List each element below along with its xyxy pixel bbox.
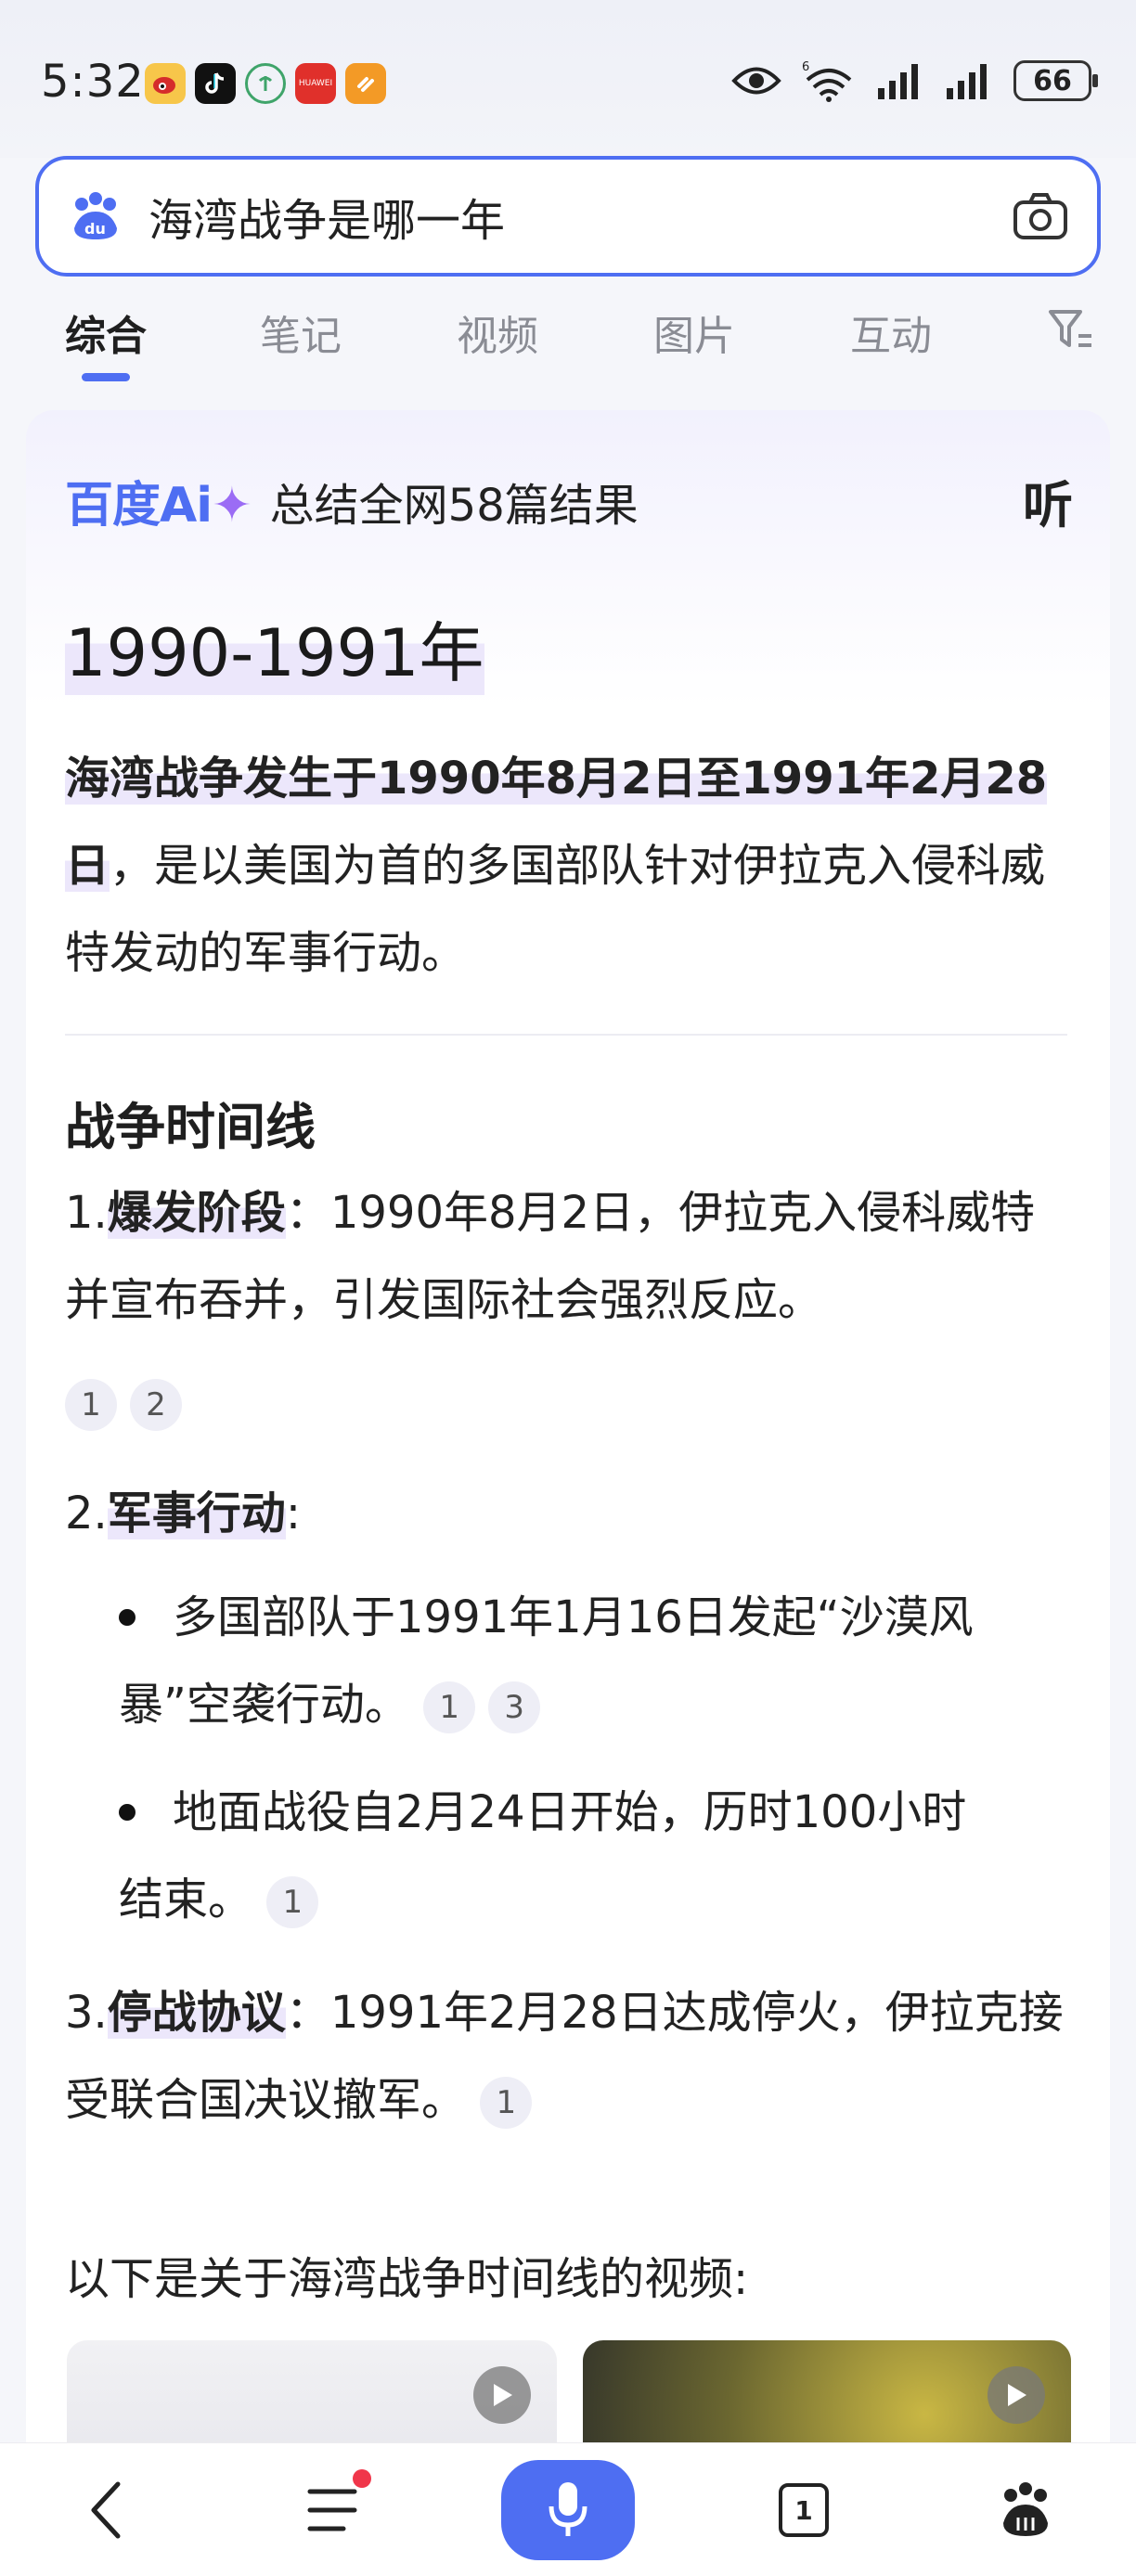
- ai-summary-label: 总结全网58篇结果: [269, 479, 639, 532]
- citation-badge[interactable]: 1: [266, 1876, 319, 1928]
- answer-summary: 海湾战争发生于1990年8月2日至1991年2月28日，是以美国为首的多国部队针…: [65, 735, 1067, 997]
- search-input[interactable]: 海湾战争是哪一年: [148, 184, 1012, 249]
- bullet-line-text: 暴”空袭行动。: [119, 1679, 409, 1731]
- answer-rest: ，是以美国为首的多国部队针对伊拉克入侵科威特发动的军事行动。: [65, 840, 1046, 979]
- item-number: 2.: [65, 1488, 108, 1539]
- baidu-ai-logo: 百度Ai✦: [65, 466, 252, 535]
- divider: [65, 1034, 1067, 1036]
- bullet-line: 地面战役自2月24日开始，历时100小时: [173, 1786, 967, 1838]
- tab-all[interactable]: 综合: [65, 303, 147, 362]
- weibo-icon: [145, 63, 186, 104]
- timeline-item-2: 2.军事行动:: [65, 1470, 1077, 1557]
- green-app-icon: [245, 63, 286, 104]
- citation-badge[interactable]: 2: [130, 1379, 182, 1431]
- ai-header: 百度Ai✦ 总结全网58篇结果: [65, 466, 639, 535]
- item-label: 军事行动: [107, 1488, 286, 1539]
- listen-button[interactable]: 听: [1023, 464, 1073, 537]
- bullet-item-2: 地面战役自2月24日开始，历时100小时 结束。 1: [119, 1769, 1075, 1943]
- signal-icon-1: [878, 64, 918, 99]
- back-button[interactable]: [74, 2443, 139, 2576]
- result-tabs: 综合 笔记 视频 图片 互动: [0, 297, 1136, 380]
- wifi-icon: 6: [802, 60, 852, 102]
- menu-button[interactable]: [297, 2443, 371, 2576]
- filter-icon[interactable]: [1047, 306, 1095, 353]
- tab-count: 1: [779, 2483, 829, 2537]
- bullet-line: 多国部队于1991年1月16日发起“沙漠风: [173, 1591, 974, 1643]
- citation-badge[interactable]: 1: [423, 1681, 476, 1733]
- citation-badge[interactable]: 1: [480, 2077, 533, 2129]
- bullet-line-text: 结束。: [119, 1874, 253, 1926]
- baidu-paw-icon: du: [74, 192, 117, 239]
- citations-item-1: 12: [65, 1379, 195, 1431]
- item-label: 爆发阶段: [107, 1187, 286, 1239]
- baidu-home-button[interactable]: [993, 2443, 1058, 2576]
- item-separator: ：: [285, 1987, 330, 2039]
- timeline-item-1: 1.爆发阶段：1990年8月2日，伊拉克入侵科威特并宣布吞并，引发国际社会强烈反…: [65, 1169, 1077, 1344]
- tab-interact[interactable]: 互动: [850, 303, 932, 362]
- status-time: 5:32: [41, 56, 145, 108]
- huawei-label: HUAWEI: [298, 79, 333, 88]
- notification-dot: [353, 2469, 371, 2488]
- baidu-paw-icon: [1003, 2482, 1048, 2536]
- video-intro: 以下是关于海湾战争时间线的视频:: [65, 2253, 749, 2305]
- battery-indicator: 66: [1013, 60, 1098, 101]
- bullet-line-2: 暴”空袭行动。 13: [119, 1661, 1075, 1748]
- notification-app-icons: HUAWEI: [145, 63, 386, 104]
- tab-notes[interactable]: 笔记: [260, 303, 342, 362]
- status-bar: 5:32 HUAWEI 6 66: [0, 0, 1136, 158]
- tabs-button[interactable]: 1: [776, 2443, 832, 2576]
- item-number: 1.: [65, 1187, 108, 1239]
- timeline-title: 战争时间线: [65, 1098, 316, 1156]
- item-separator: ：: [285, 1187, 330, 1239]
- item-label: 停战协议: [107, 1987, 286, 2039]
- sparkle-icon: ✦: [212, 478, 252, 534]
- svg-text:6: 6: [802, 60, 809, 74]
- tab-images[interactable]: 图片: [653, 303, 735, 362]
- active-tab-indicator: [82, 373, 130, 381]
- baidu-ai-logo-text: 百度Ai: [65, 478, 213, 534]
- item-separator: :: [285, 1488, 301, 1539]
- huawei-icon: HUAWEI: [295, 63, 336, 104]
- answer-title: 1990-1991年: [65, 601, 484, 695]
- bullet-item-1: 多国部队于1991年1月16日发起“沙漠风 暴”空袭行动。 13: [119, 1574, 1075, 1748]
- signal-icon-2: [947, 64, 987, 99]
- menu-icon: [307, 2489, 357, 2531]
- citation-badge[interactable]: 1: [65, 1379, 117, 1431]
- status-indicators: 6 66: [731, 59, 1098, 102]
- voice-search-button[interactable]: [501, 2460, 635, 2560]
- microphone-icon: [549, 2482, 587, 2536]
- camera-icon[interactable]: [1012, 191, 1069, 241]
- bullet-line-2: 结束。 1: [119, 1856, 1075, 1943]
- search-box[interactable]: du 海湾战争是哪一年: [35, 156, 1101, 277]
- svg-text:du: du: [84, 220, 106, 238]
- tab-videos[interactable]: 视频: [457, 303, 538, 362]
- item-number: 3.: [65, 1987, 108, 2039]
- back-arrow-icon: [91, 2481, 121, 2539]
- eye-icon: [731, 67, 781, 95]
- ai-answer-card: 百度Ai✦ 总结全网58篇结果 听 1990-1991年 海湾战争发生于1990…: [26, 410, 1110, 2576]
- timeline-item-3: 3.停战协议：1991年2月28日达成停火，伊拉克接受联合国决议撤军。 1: [65, 1969, 1077, 2144]
- orange-app-icon: [345, 63, 386, 104]
- play-icon: [988, 2366, 1045, 2424]
- play-icon: [473, 2366, 531, 2424]
- citation-badge[interactable]: 3: [488, 1681, 541, 1733]
- bottom-nav: 1: [0, 2442, 1136, 2576]
- tiktok-icon: [195, 63, 236, 104]
